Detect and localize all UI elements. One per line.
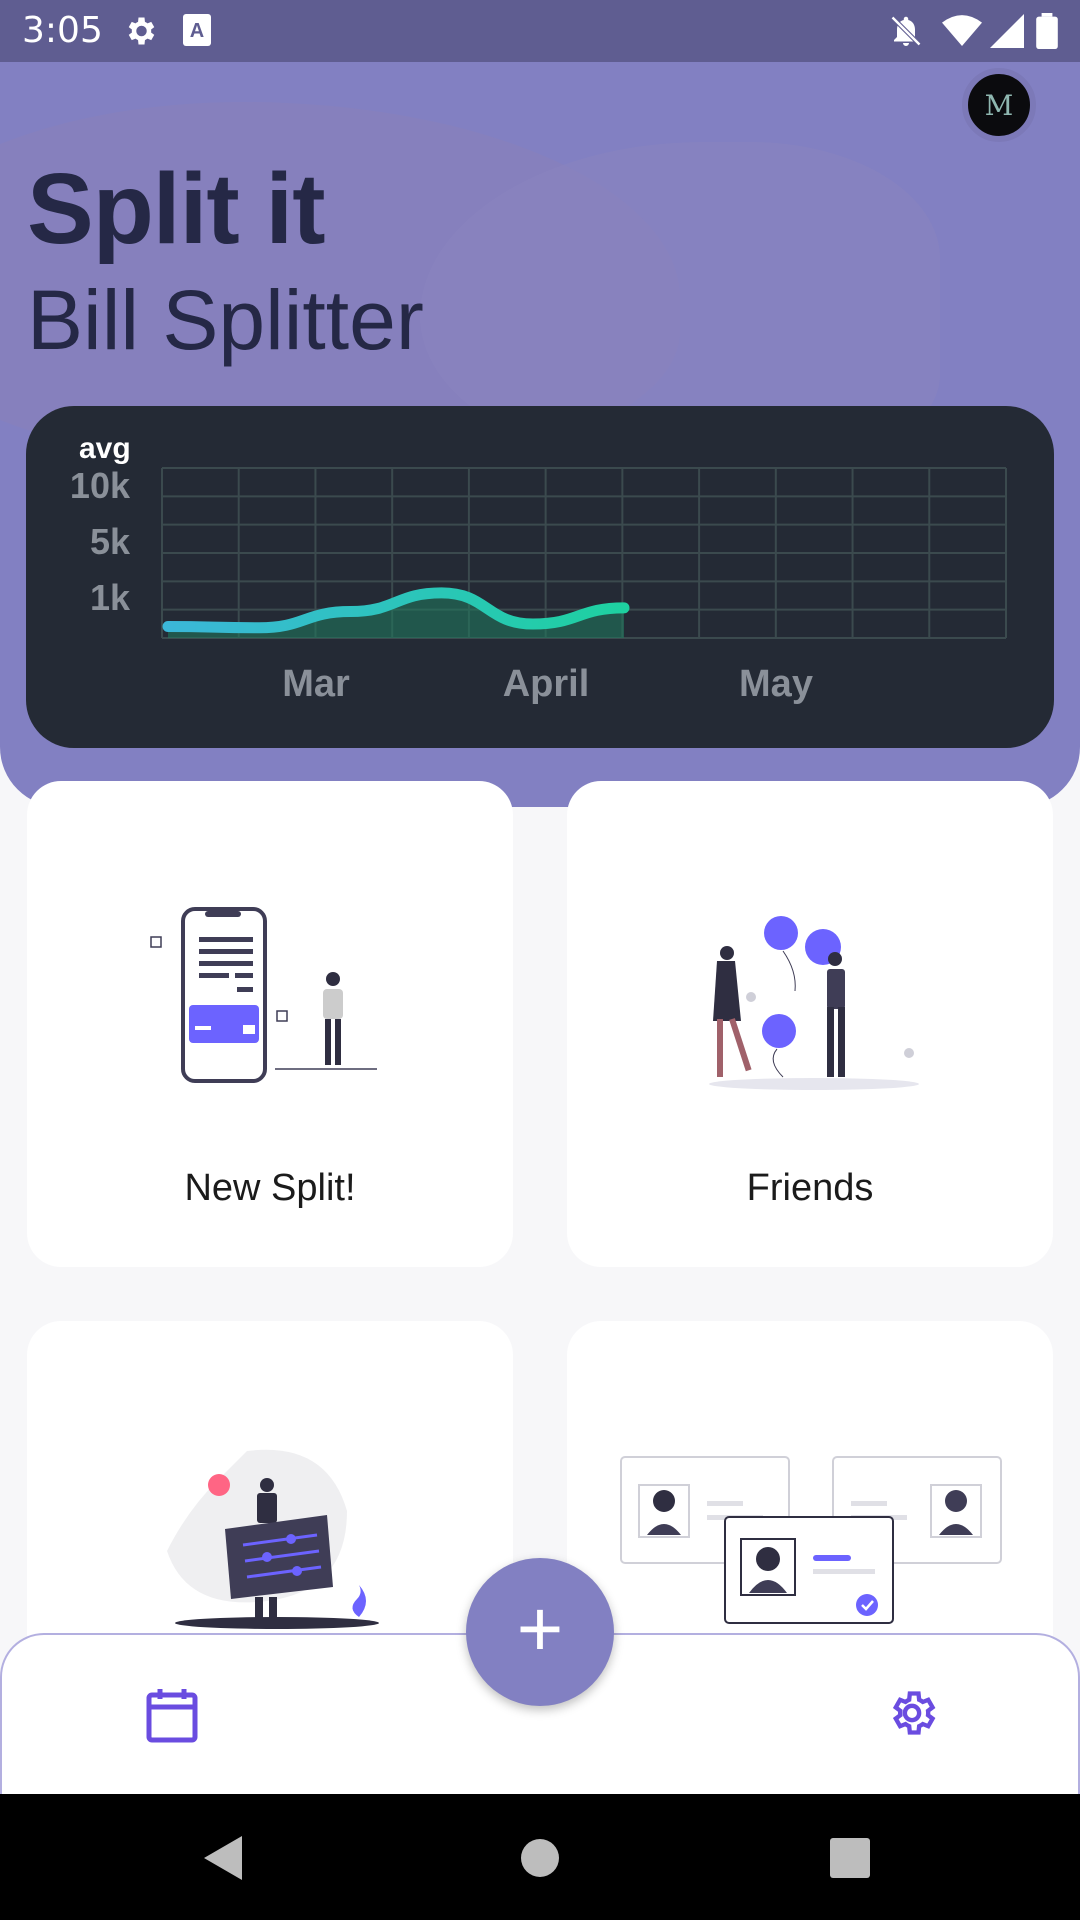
chart-y-tick-label: 10k	[70, 465, 131, 506]
new-split-tile[interactable]: New Split!	[27, 781, 513, 1267]
settings-board-illustration	[147, 1441, 407, 1646]
avatar-initial: M	[984, 88, 1014, 122]
new-split-label: New Split!	[184, 1167, 356, 1209]
battery-icon	[1036, 13, 1058, 54]
friends-tile[interactable]: Friends	[567, 781, 1053, 1267]
app-subtitle: Bill Splitter	[27, 273, 424, 367]
back-icon[interactable]	[204, 1836, 244, 1885]
chart-x-tick-label: May	[739, 663, 813, 705]
plus-icon: +	[516, 1584, 564, 1673]
avatar[interactable]: M	[962, 68, 1036, 142]
recents-icon[interactable]	[830, 1838, 870, 1883]
profile-cards-illustration	[619, 1455, 1011, 1640]
app-title: Split it	[27, 153, 326, 265]
status-time: 3:05	[22, 10, 103, 51]
svg-text:A: A	[190, 20, 204, 42]
gear-icon[interactable]	[886, 1687, 938, 1744]
friends-balloons-illustration	[697, 901, 937, 1106]
chart-y-tick-label: 1k	[90, 577, 131, 618]
settings-icon	[122, 13, 158, 54]
system-navigation-bar	[0, 1794, 1080, 1920]
spending-chart-card[interactable]: avg 10k 5k 1k Mar April May	[26, 406, 1054, 748]
spending-chart: avg10k 5k 1k Mar April May	[70, 432, 1007, 705]
friends-label: Friends	[746, 1167, 874, 1209]
status-bar: 3:05 A	[0, 0, 1080, 62]
chart-y-tick-label: 5k	[90, 521, 131, 562]
home-icon[interactable]	[520, 1838, 560, 1883]
add-split-fab-button[interactable]: +	[466, 1558, 614, 1706]
chart-x-tick-label: April	[503, 663, 590, 705]
chart-title: avg	[79, 432, 131, 465]
chart-x-tick-label: Mar	[282, 663, 350, 705]
phone-payment-illustration	[147, 901, 407, 1106]
signal-icon	[990, 13, 1024, 54]
notifications-off-icon	[888, 13, 924, 54]
wifi-icon	[942, 13, 982, 54]
keyboard-a-icon: A	[182, 13, 212, 52]
calendar-icon[interactable]	[146, 1687, 198, 1748]
